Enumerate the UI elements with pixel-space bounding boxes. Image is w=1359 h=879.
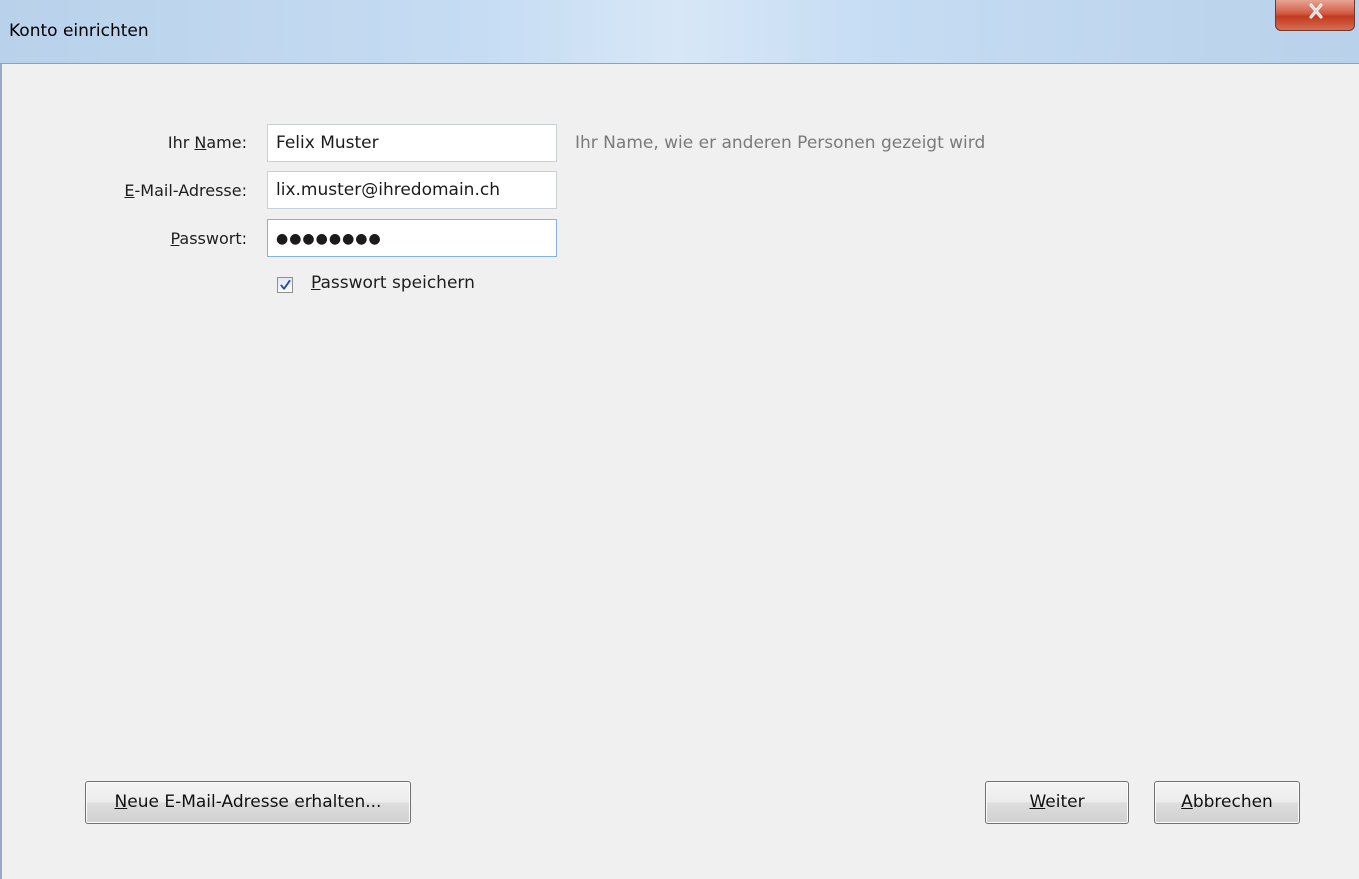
name-hint: Ihr Name, wie er anderen Personen gezeig… xyxy=(575,133,986,153)
window-border xyxy=(0,64,2,879)
save-password-checkbox[interactable] xyxy=(277,277,293,293)
password-value: ●●●●●●●● xyxy=(276,231,382,247)
password-label: Passwort: xyxy=(170,229,247,248)
new-email-address-button[interactable]: Neue E-Mail-Adresse erhalten... xyxy=(85,781,411,824)
close-button[interactable] xyxy=(1275,0,1355,31)
save-password-label[interactable]: Passwort speichern xyxy=(311,273,475,293)
window-title: Konto einrichten xyxy=(9,21,149,41)
email-value: lix.muster@ihredomain.ch xyxy=(276,180,500,200)
close-icon xyxy=(1309,3,1323,19)
name-value: Felix Muster xyxy=(276,133,379,153)
email-label: E-Mail-Adresse: xyxy=(124,181,247,200)
name-input[interactable]: Felix Muster xyxy=(267,124,557,162)
next-button[interactable]: Weiter xyxy=(985,781,1129,824)
email-input[interactable]: lix.muster@ihredomain.ch xyxy=(267,171,557,209)
checkmark-icon xyxy=(280,279,291,290)
cancel-button[interactable]: Abbrechen xyxy=(1154,781,1300,824)
name-label: Ihr Name: xyxy=(167,133,247,152)
password-input[interactable]: ●●●●●●●● xyxy=(267,219,557,257)
title-bar: Konto einrichten xyxy=(0,0,1359,64)
